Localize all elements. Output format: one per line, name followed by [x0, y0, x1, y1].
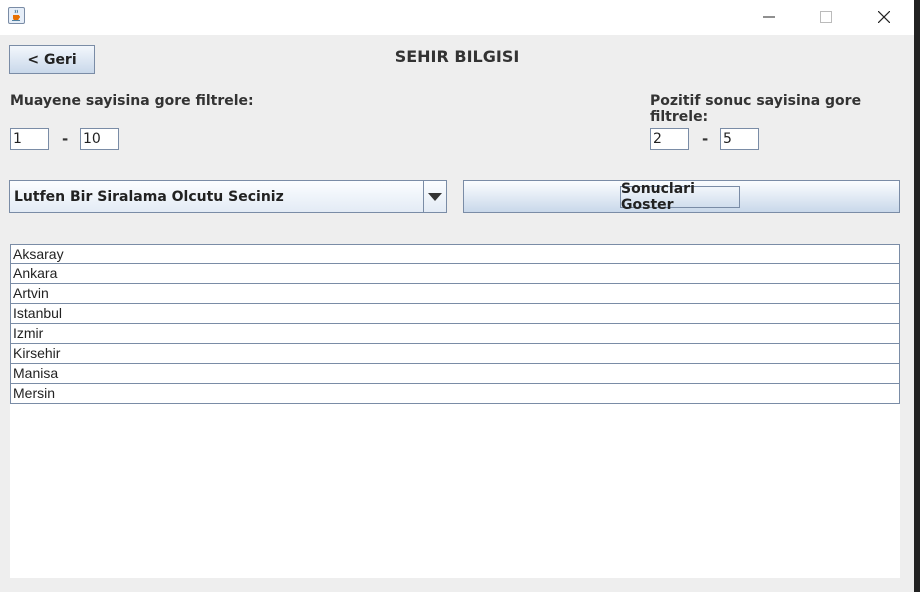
list-item[interactable]: Izmir — [10, 324, 900, 344]
positive-range-separator: - — [702, 130, 709, 148]
dropdown-divider — [423, 181, 424, 212]
sort-criteria-dropdown[interactable]: Lutfen Bir Siralama Olcutu Seciniz — [9, 180, 447, 213]
exam-range-separator: - — [62, 130, 69, 148]
show-results-button[interactable]: Sonuclari Goster — [463, 180, 900, 213]
list-item[interactable]: Ankara — [10, 264, 900, 284]
close-button[interactable] — [855, 0, 913, 35]
maximize-icon — [820, 11, 832, 23]
minimize-icon — [763, 16, 775, 18]
close-icon — [878, 11, 890, 23]
list-item[interactable]: Manisa — [10, 364, 900, 384]
positive-filter-label: Pozitif sonuc sayisina gore filtrele: — [650, 93, 862, 125]
sort-criteria-selected: Lutfen Bir Siralama Olcutu Seciniz — [14, 189, 284, 205]
java-cup-icon — [8, 7, 25, 24]
title-bar — [0, 0, 914, 35]
show-results-label: Sonuclari Goster — [620, 181, 740, 213]
maximize-button[interactable] — [797, 0, 855, 35]
list-item[interactable]: Aksaray — [10, 244, 900, 264]
list-item[interactable]: Artvin — [10, 284, 900, 304]
exam-min-field[interactable]: 1 — [10, 128, 49, 150]
window-edge — [914, 0, 920, 592]
positive-min-field[interactable]: 2 — [650, 128, 689, 150]
page-title: SEHIR BILGISI — [394, 47, 520, 66]
exam-filter-label: Muayene sayisina gore filtrele: — [10, 93, 254, 109]
list-item[interactable]: Istanbul — [10, 304, 900, 324]
list-item[interactable]: Kirsehir — [10, 344, 900, 364]
exam-max-field[interactable]: 10 — [80, 128, 119, 150]
positive-max-field[interactable]: 5 — [720, 128, 759, 150]
list-item[interactable]: Mersin — [10, 384, 900, 404]
minimize-button[interactable] — [740, 0, 798, 35]
results-list[interactable]: Aksaray Ankara Artvin Istanbul Izmir Kirsehir… — [10, 244, 900, 578]
chevron-down-icon[interactable] — [428, 193, 442, 201]
